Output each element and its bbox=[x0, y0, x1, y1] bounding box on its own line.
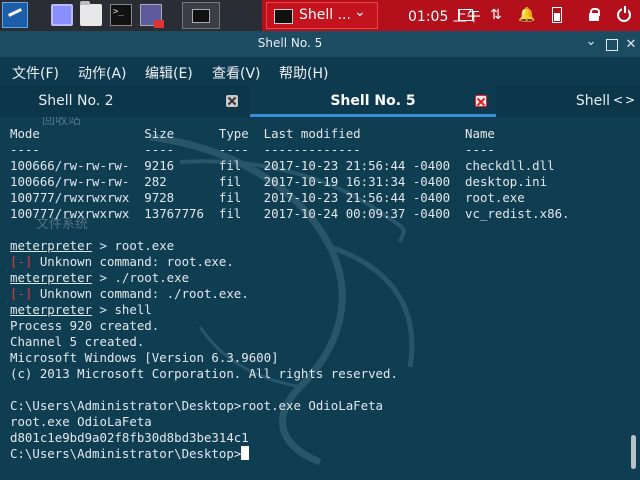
terminal-line: Microsoft Windows [Version 6.3.9600] bbox=[10, 350, 279, 365]
tab-scroll-arrows[interactable]: < > bbox=[612, 93, 638, 111]
tab-bar: Shell No. 2 Shell No. 5 Shell bbox=[0, 85, 640, 117]
power-icon[interactable] bbox=[617, 6, 631, 22]
menu-edit[interactable]: 编辑(E) bbox=[145, 63, 193, 83]
command-text: > shell bbox=[92, 302, 152, 317]
terminal-line: C:\Users\Administrator\Desktop>root.exe … bbox=[10, 398, 383, 413]
terminal-input-line[interactable]: C:\Users\Administrator\Desktop> bbox=[10, 446, 250, 462]
terminal-line: [-] Unknown command: ./root.exe. bbox=[10, 286, 249, 302]
menu-view[interactable]: 查看(V) bbox=[212, 63, 261, 83]
text-cursor bbox=[241, 446, 250, 460]
cmd-prompt: C:\Users\Administrator\Desktop> bbox=[10, 446, 242, 461]
meterpreter-prompt: meterpreter bbox=[10, 270, 93, 285]
command-text: > ./root.exe bbox=[92, 270, 190, 285]
tab-shell-partial[interactable]: Shell bbox=[496, 85, 614, 117]
tab-close-icon[interactable] bbox=[226, 95, 238, 107]
terminal-icon[interactable] bbox=[110, 4, 132, 26]
close-icon[interactable]: ✕ bbox=[624, 37, 638, 52]
terminal-line: 100666/rw-rw-rw- 282 fil 2017-10-19 16:3… bbox=[10, 174, 548, 189]
minimize-icon[interactable]: ⌄ bbox=[584, 34, 598, 49]
terminal-line: meterpreter > root.exe bbox=[10, 238, 174, 254]
bell-icon[interactable]: 🔔 bbox=[518, 7, 535, 23]
terminal-line: 100666/rw-rw-rw- 9216 fil 2017-10-23 21:… bbox=[10, 158, 555, 173]
screen-recorder-icon[interactable] bbox=[140, 4, 164, 28]
terminal-scrollbar[interactable] bbox=[628, 117, 640, 480]
terminal-icon bbox=[274, 9, 293, 24]
terminal-line: meterpreter > shell bbox=[10, 302, 152, 318]
terminal-line: [-] Unknown command: root.exe. bbox=[10, 254, 234, 270]
tab-close-icon[interactable] bbox=[475, 95, 487, 107]
menu-file[interactable]: 文件(F) bbox=[12, 63, 59, 83]
system-taskbar: Shell ... ⌄ 01:05 上午 ⇅ 🔔 bbox=[0, 0, 640, 31]
error-tag: [-] bbox=[10, 286, 33, 301]
task-button-label: Shell ... bbox=[299, 7, 351, 23]
terminal-line: 100777/rwxrwxrwx 13767776 fil 2017-10-24… bbox=[10, 206, 570, 221]
meterpreter-prompt: meterpreter bbox=[10, 302, 93, 317]
keyboard-icon[interactable] bbox=[458, 9, 473, 21]
command-text: > root.exe bbox=[92, 238, 175, 253]
meterpreter-prompt: meterpreter bbox=[10, 238, 93, 253]
terminal-line: root.exe OdioLaFeta bbox=[10, 414, 152, 429]
maximize-icon[interactable] bbox=[606, 39, 618, 51]
terminal-line: d801c1e9bd9a02f8fb30d8bd3be314c1 bbox=[10, 430, 249, 445]
terminal-line: meterpreter > ./root.exe bbox=[10, 270, 189, 286]
tab-shell-5[interactable]: Shell No. 5 bbox=[250, 85, 496, 117]
scrollbar-thumb[interactable] bbox=[631, 435, 636, 469]
menu-help[interactable]: 帮助(H) bbox=[279, 63, 328, 83]
error-text: Unknown command: root.exe. bbox=[32, 254, 234, 269]
tab-label: Shell No. 5 bbox=[330, 93, 416, 109]
tab-shell-2[interactable]: Shell No. 2 bbox=[0, 85, 248, 117]
terminal-line: (c) 2013 Microsoft Corporation. All righ… bbox=[10, 366, 398, 381]
window-titlebar[interactable]: Shell No. 5 ⌄ ✕ bbox=[0, 31, 640, 57]
kali-menu-icon[interactable] bbox=[2, 2, 28, 28]
chevron-left-icon[interactable]: < bbox=[612, 93, 624, 107]
menubar: 文件(F) 动作(A) 编辑(E) 查看(V) 帮助(H) bbox=[0, 57, 640, 85]
chevron-right-icon[interactable]: > bbox=[624, 93, 636, 107]
terminal-line: Channel 5 created. bbox=[10, 334, 145, 349]
terminal-output[interactable]: 回收站 文件系统 Mode Size Type Last modified Na… bbox=[0, 117, 628, 480]
tab-label: Shell No. 2 bbox=[38, 93, 114, 109]
menu-action[interactable]: 动作(A) bbox=[78, 63, 127, 83]
terminal-line: ---- ---- ---- ------------- ---- bbox=[10, 142, 495, 157]
battery-icon[interactable] bbox=[552, 7, 562, 23]
window-title: Shell No. 5 bbox=[257, 36, 323, 50]
workspace-thumbnail[interactable] bbox=[182, 2, 220, 29]
error-tag: [-] bbox=[10, 254, 33, 269]
chevron-down-icon[interactable]: ⌄ bbox=[354, 4, 366, 20]
terminal-line: Mode Size Type Last modified Name bbox=[10, 126, 495, 141]
terminal-line: Process 920 created. bbox=[10, 318, 160, 333]
workspace-icon[interactable] bbox=[51, 4, 73, 26]
arrows-icon[interactable]: ⇅ bbox=[488, 7, 504, 23]
terminal-line: 100777/rwxrwxrwx 9728 fil 2017-10-23 21:… bbox=[10, 190, 525, 205]
folder-icon[interactable] bbox=[80, 1, 102, 26]
tab-label: Shell bbox=[575, 93, 610, 109]
error-text: Unknown command: ./root.exe. bbox=[32, 286, 249, 301]
lock-icon[interactable] bbox=[586, 7, 602, 23]
